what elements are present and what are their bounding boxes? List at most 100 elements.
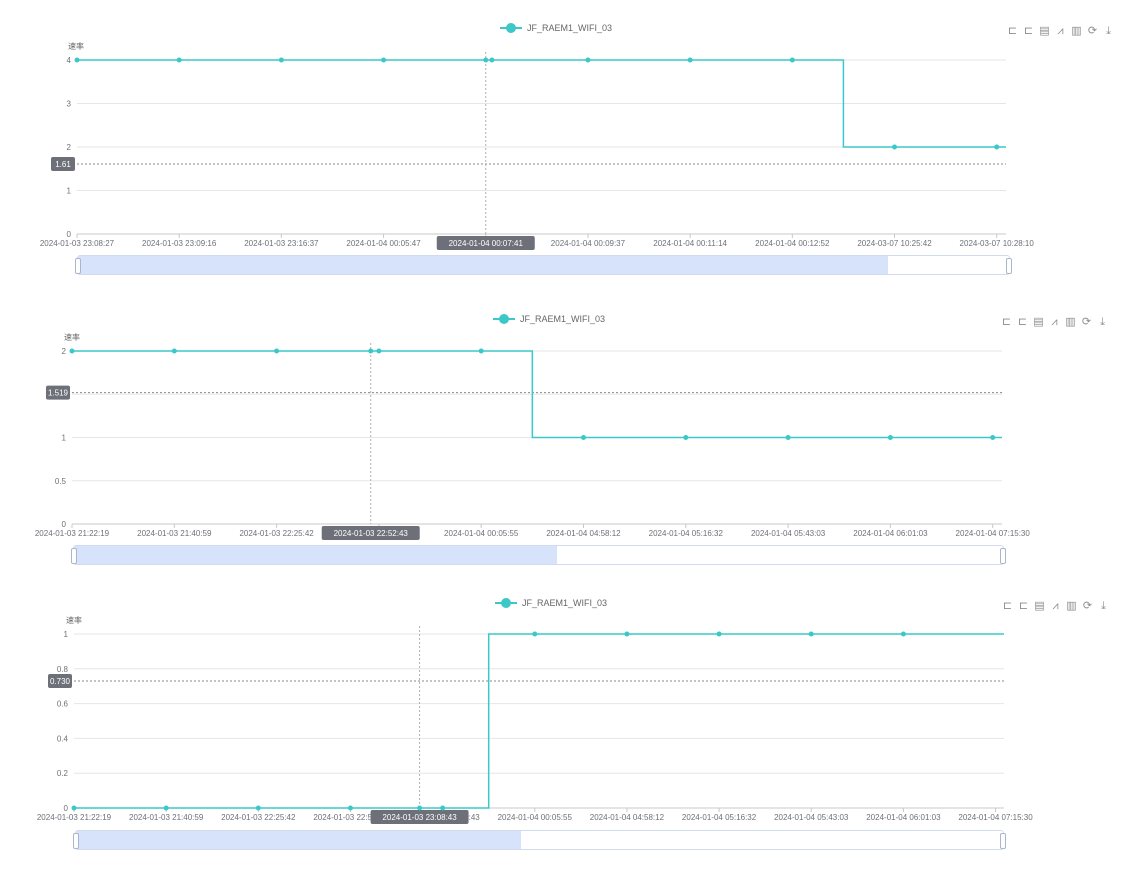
y-tick-label: 4 (67, 56, 72, 65)
data-point (74, 57, 80, 63)
data-zoom-window[interactable] (76, 831, 521, 849)
data-point (687, 57, 693, 63)
data-point (581, 435, 586, 440)
data-zoom-window[interactable] (74, 546, 558, 564)
x-tick-label: 2024-01-03 22:25:42 (239, 529, 314, 538)
reference-badge-label: 1.519 (48, 389, 69, 398)
y-tick-label: 0.6 (57, 700, 69, 709)
data-point (483, 57, 489, 63)
chart-svg-1[interactable]: 0 1 2 3 4 2024-01-03 23:08:27 2024-01-03 23:09… (0, 0, 1145, 290)
data-zoom-window[interactable] (78, 256, 888, 274)
y-tick-label: 0.2 (57, 769, 69, 778)
data-point (887, 435, 893, 440)
data-point (808, 631, 814, 637)
x-tick-label: 2024-01-04 00:05:55 (498, 813, 573, 822)
y-tick-label: 1 (64, 630, 69, 639)
x-tick-label: 2024-01-04 05:43:03 (751, 529, 826, 538)
x-tick-label: 2024-01-04 00:11:14 (653, 239, 727, 248)
data-point (440, 805, 446, 811)
x-tick-label: 2024-01-04 00:05:47 (346, 239, 421, 248)
data-point (716, 631, 722, 637)
data-point (176, 57, 182, 63)
series-line (74, 633, 1004, 809)
y-tick-label: 0.4 (57, 734, 69, 743)
data-point (900, 631, 906, 637)
x-tick-label: 2024-01-03 21:40:59 (129, 813, 204, 822)
x-tick-label: 2024-01-04 04:58:12 (546, 529, 621, 538)
pointer-label: 2024-01-04 00:07:41 (449, 239, 524, 248)
y-tick-label: 2 (67, 143, 72, 152)
x-tick-label: 2024-01-03 22:25:42 (221, 813, 296, 822)
data-zoom-handle-right[interactable] (1000, 548, 1006, 564)
data-point (489, 57, 495, 63)
data-point (417, 805, 423, 811)
reference-badge-label: 0.730 (50, 677, 71, 686)
data-point (683, 435, 689, 440)
x-tick-label: 2024-01-03 23:09:16 (142, 239, 217, 248)
data-point (532, 631, 538, 637)
data-zoom-handle-left[interactable] (75, 258, 81, 274)
reference-badge: 0.730 (48, 673, 72, 688)
data-point (255, 805, 261, 811)
y-tick-label: 3 (67, 100, 72, 109)
chart-panel-2: JF_RAEM1_WIFI_03 ⊏⊏▤⩘▥⟳⤓ 速率 00.511.52202… (0, 300, 1145, 580)
x-tick-label: 2024-01-04 05:16:32 (682, 813, 757, 822)
data-zoom-handle-right[interactable] (1006, 258, 1012, 274)
data-point (585, 57, 591, 63)
data-zoom-handle-right[interactable] (1000, 833, 1006, 849)
chart-panel-3: JF_RAEM1_WIFI_03 ⊏ ⊏ ▤ ⩘ ▥ ⟳ ⤓ 速率 0 0.2 0.4 0.6 0.… (0, 590, 1145, 873)
x-tick-label: 2024-03-07 10:25:42 (857, 239, 932, 248)
y-tick-label: 0 (64, 804, 69, 813)
data-point (376, 348, 382, 354)
x-tick-label: 2024-01-04 05:16:32 (649, 529, 724, 538)
data-zoom-slider[interactable] (75, 255, 1012, 275)
data-zoom-handle-left[interactable] (73, 833, 79, 849)
data-point (624, 631, 630, 637)
y-tick-label: 0 (62, 520, 67, 529)
reference-badge-label: 1.61 (55, 160, 71, 169)
x-tick-label: 2024-01-04 04:58:12 (590, 813, 665, 822)
x-tick-label: 2024-01-03 21:22:19 (37, 813, 112, 822)
chart-panel-1: JF_RAEM1_WIFI_03 ⊏ ⊏ ▤ ⩘ ▥ ⟳ ⤓ 速率 0 1 2 3 4 2024-01… (0, 0, 1145, 290)
data-point (69, 348, 75, 354)
y-tick-label: 0 (67, 230, 72, 239)
reference-badge: 1.61 (51, 156, 75, 171)
data-point (278, 57, 284, 63)
x-tick-label: 2024-01-04 05:43:03 (774, 813, 849, 822)
x-tick-label: 2024-01-03 21:40:59 (137, 529, 212, 538)
x-tick-label: 2024-01-04 07:15:30 (958, 813, 1033, 822)
data-point (347, 805, 353, 811)
data-zoom-slider[interactable] (73, 830, 1006, 850)
data-point (892, 144, 898, 150)
data-point (478, 348, 484, 354)
y-tick-label: 1 (67, 187, 72, 196)
reference-badge: 1.519 (46, 385, 70, 400)
x-tick-label: 2024-03-07 10:28:10 (960, 239, 1035, 248)
data-point (990, 435, 996, 440)
data-point (381, 57, 387, 63)
chart-svg-2[interactable]: 00.511.522024-01-03 21:22:192024-01-03 2… (0, 300, 1145, 580)
x-tick-label: 2024-01-04 00:12:52 (755, 239, 830, 248)
x-tick-label: 2024-01-03 23:16:37 (244, 239, 319, 248)
x-tick-label: 2024-01-04 06:01:03 (866, 813, 941, 822)
x-tick-label: 2024-01-04 00:09:37 (551, 239, 626, 248)
x-tick-label: 2024-01-03 21:22:19 (35, 529, 110, 538)
pointer-label: 2024-01-03 23:08:43 (382, 813, 457, 822)
y-tick-label: 0.8 (57, 665, 69, 674)
data-point (994, 144, 1000, 150)
data-point (71, 805, 77, 811)
x-tick-label: 2024-01-04 00:05:55 (444, 529, 519, 538)
data-zoom-handle-left[interactable] (71, 548, 77, 564)
y-tick-label: 1 (62, 434, 67, 443)
x-tick-label: 2024-01-03 23:08:27 (40, 239, 115, 248)
data-zoom-slider[interactable] (71, 545, 1006, 565)
x-tick-label: 2024-01-04 07:15:30 (956, 529, 1031, 538)
x-tick-label: 2024-01-04 06:01:03 (853, 529, 928, 538)
data-point (785, 435, 791, 440)
data-point (163, 805, 169, 811)
y-tick-label: 2 (62, 347, 67, 356)
data-point (789, 57, 795, 63)
pointer-label: 2024-01-03 22:52:43 (334, 529, 409, 538)
data-point (274, 348, 280, 354)
data-point (171, 348, 177, 354)
